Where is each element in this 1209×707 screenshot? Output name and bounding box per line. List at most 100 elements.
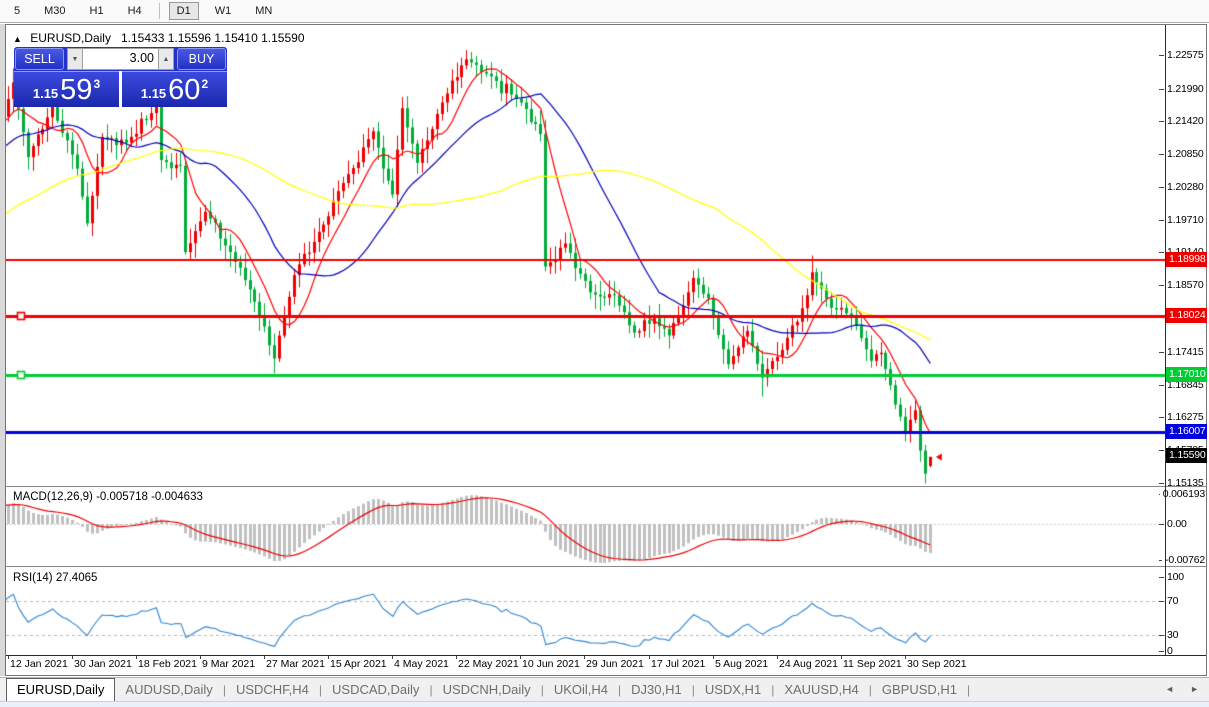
tick-dash — [777, 656, 778, 659]
tick-dash — [520, 656, 521, 659]
tick-dash — [1159, 494, 1160, 495]
tick-dash — [1159, 220, 1164, 221]
timeframe-button-w1[interactable]: W1 — [207, 2, 240, 20]
date-tick-label: 18 Feb 2021 — [136, 658, 197, 670]
tab-usdchf[interactable]: USDCHF,H4 — [226, 679, 319, 701]
timeframe-button-5[interactable]: 5 — [6, 2, 28, 20]
tick-dash — [328, 656, 329, 659]
indicator-tick: 0 — [1159, 644, 1205, 658]
tick-dash — [1159, 154, 1164, 155]
chart-window: ▲ EURUSD,Daily 1.15433 1.15596 1.15410 1… — [5, 24, 1207, 676]
date-tick: 5 Aug 2021 — [713, 658, 768, 674]
timeframe-button-m30[interactable]: M30 — [36, 2, 73, 20]
chart-ohlc-values: 1.15433 1.15596 1.15410 1.15590 — [121, 31, 305, 45]
price-tick-label: 1.18570 — [1167, 279, 1204, 291]
tab-ukoil[interactable]: UKOil,H4 — [544, 679, 618, 701]
tab-xauusd[interactable]: XAUUSD,H4 — [774, 679, 868, 701]
date-tick: 22 May 2021 — [456, 658, 519, 674]
timeframe-toolbar: 5 M30 H1 H4 D1 W1 MN — [0, 0, 1209, 23]
sell-button[interactable]: SELL — [15, 48, 64, 70]
price-tick-label: 1.21990 — [1167, 83, 1204, 95]
tab-scroll-right-icon[interactable]: ► — [1190, 685, 1199, 694]
date-tick: 12 Jan 2021 — [8, 658, 68, 674]
volume-input[interactable]: 3.00 — [83, 48, 158, 70]
price-tick-label: 1.17415 — [1167, 346, 1204, 358]
tab-scroll-left-icon[interactable]: ◄ — [1165, 685, 1174, 694]
tick-dash — [713, 656, 714, 659]
price-tick: 1.20850 — [1159, 147, 1205, 161]
date-tick-label: 5 Aug 2021 — [713, 658, 768, 670]
tab-audusd[interactable]: AUDUSD,Daily — [115, 679, 222, 701]
indicator-tick: 0.00 — [1159, 517, 1205, 531]
tab-usdcad[interactable]: USDCAD,Daily — [322, 679, 429, 701]
date-tick: 15 Apr 2021 — [328, 658, 387, 674]
price-tick: 1.21990 — [1159, 82, 1205, 96]
tab-eurusd[interactable]: EURUSD,Daily — [6, 678, 115, 701]
date-tick: 27 Mar 2021 — [264, 658, 325, 674]
tick-dash — [1159, 252, 1164, 253]
date-tick: 24 Aug 2021 — [777, 658, 838, 674]
date-tick-label: 30 Jan 2021 — [72, 658, 132, 670]
sell-price-big: 59 — [60, 76, 92, 105]
buy-button[interactable]: BUY — [177, 48, 226, 70]
buy-price-big: 60 — [168, 76, 200, 105]
rsi-panel-separator[interactable] — [6, 566, 1206, 568]
tick-dash — [1159, 450, 1164, 451]
tab-dj30[interactable]: DJ30,H1 — [621, 679, 692, 701]
timeframe-button-mn[interactable]: MN — [247, 2, 280, 20]
date-tick-label: 9 Mar 2021 — [200, 658, 255, 670]
indicator-tick: 0.006193 — [1159, 487, 1205, 501]
date-tick-label: 11 Sep 2021 — [841, 658, 902, 670]
rsi-canvas[interactable] — [6, 569, 1166, 653]
date-axis-line — [6, 655, 1206, 656]
level-price-tag: 1.17010 — [1166, 367, 1207, 382]
buy-price-panel[interactable]: 1.15 60 2 — [122, 71, 227, 107]
sell-price-sup: 3 — [93, 77, 100, 91]
tab-gbpusd[interactable]: GBPUSD,H1 — [872, 679, 967, 701]
indicator-tick-label: 70 — [1167, 595, 1178, 607]
indicator-tick-label: 0 — [1167, 645, 1173, 657]
indicator-tick-label: 100 — [1167, 571, 1184, 583]
volume-decrease-icon[interactable]: ▼ — [67, 48, 83, 70]
timeframe-button-h4[interactable]: H4 — [120, 2, 150, 20]
price-tick-label: 1.20850 — [1167, 148, 1204, 160]
tick-dash — [136, 656, 137, 659]
tick-dash — [905, 656, 906, 659]
tick-dash — [8, 656, 9, 659]
tab-usdx[interactable]: USDX,H1 — [695, 679, 771, 701]
price-tick: 1.17415 — [1159, 345, 1205, 359]
macd-panel-separator[interactable] — [6, 486, 1206, 488]
date-tick: 4 May 2021 — [392, 658, 449, 674]
date-tick: 30 Jan 2021 — [72, 658, 132, 674]
date-tick: 17 Jul 2021 — [649, 658, 705, 674]
price-tick: 1.16275 — [1159, 410, 1205, 424]
tick-dash — [1159, 635, 1164, 636]
tab-separator: | — [967, 680, 970, 701]
sell-price-panel[interactable]: 1.15 59 3 — [14, 71, 119, 107]
tick-dash — [1159, 55, 1164, 56]
level-price-tag: 1.18024 — [1166, 308, 1207, 323]
price-tick-label: 1.19710 — [1167, 214, 1204, 226]
tick-dash — [1159, 601, 1164, 602]
tab-usdcnh[interactable]: USDCNH,Daily — [433, 679, 541, 701]
date-tick-label: 24 Aug 2021 — [777, 658, 838, 670]
date-tick-label: 10 Jun 2021 — [520, 658, 580, 670]
timeframe-button-d1[interactable]: D1 — [169, 2, 199, 20]
date-tick-label: 29 Jun 2021 — [584, 658, 644, 670]
timeframe-button-h1[interactable]: H1 — [82, 2, 112, 20]
tick-dash — [841, 656, 842, 659]
tick-dash — [1159, 651, 1164, 652]
date-tick: 11 Sep 2021 — [841, 658, 902, 674]
indicator-tick-label: 30 — [1167, 629, 1178, 641]
level-price-tag: 1.18998 — [1166, 252, 1207, 267]
sell-price-small: 1.15 — [33, 86, 58, 101]
metatrader-screen: 5 M30 H1 H4 D1 W1 MN ▲ EURUSD,Daily 1.15433 1.… — [0, 0, 1209, 707]
tick-dash — [1159, 417, 1164, 418]
price-tick-label: 1.16275 — [1167, 411, 1204, 423]
date-tick-label: 30 Sep 2021 — [905, 658, 967, 670]
level-price-tag: 1.16007 — [1166, 424, 1207, 439]
tick-dash — [456, 656, 457, 659]
price-tick: 1.21420 — [1159, 114, 1205, 128]
collapse-triangle-icon[interactable]: ▲ — [13, 34, 22, 44]
volume-increase-icon[interactable]: ▲ — [158, 48, 174, 70]
